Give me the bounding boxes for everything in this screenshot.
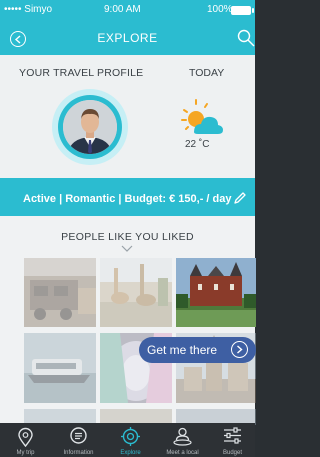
search-button[interactable] (237, 29, 255, 47)
photo-boat[interactable] (24, 333, 96, 403)
photo-castle[interactable] (176, 258, 256, 327)
tab-meet-a-local[interactable]: Meet a local (155, 423, 210, 457)
tab-explore[interactable]: Explore (106, 423, 155, 457)
castle-photo (176, 258, 256, 327)
battery-icon (231, 6, 254, 15)
train-photo (24, 258, 96, 327)
photo-giraffes[interactable] (100, 258, 172, 327)
photo-train[interactable] (24, 258, 96, 327)
edit-preferences-button[interactable] (233, 191, 247, 205)
get-me-there-label: Get me there (147, 343, 218, 357)
tab-label: Information (63, 450, 94, 456)
chevron-right-circle-icon (231, 341, 248, 358)
boat-photo (24, 333, 96, 403)
people-like-you-heading: PEOPLE LIKE YOU LIKED (61, 231, 194, 243)
partly-cloudy-icon (181, 99, 223, 134)
tab-label: Explore (120, 450, 141, 456)
search-icon (237, 29, 255, 47)
preferences-summary: Active | Romantic | Budget: € 150,- / da… (23, 193, 232, 205)
sliders-icon (224, 427, 241, 444)
compass-icon (121, 427, 140, 446)
profile-photo (63, 100, 117, 154)
tab-label: My trip (16, 450, 35, 456)
tab-my-trip[interactable]: My trip (0, 423, 51, 457)
clock: 9:00 AM (104, 4, 141, 15)
travel-profile-heading: YOUR TRAVEL PROFILE (19, 67, 144, 79)
tab-information[interactable]: Information (51, 423, 106, 457)
carrier-label: ••••• Simyo (4, 4, 53, 15)
location-pin-icon (18, 427, 33, 447)
tab-budget[interactable]: Budget (210, 423, 255, 457)
person-pin-icon (173, 427, 192, 446)
chevron-down-icon (121, 245, 133, 252)
tab-label: Budget (222, 450, 243, 456)
status-bar: ••••• Simyo 9:00 AM 100% (0, 0, 255, 20)
page-title: EXPLORE (97, 31, 158, 45)
temperature: 22 ˚C (185, 139, 210, 150)
avatar[interactable] (63, 100, 117, 154)
pencil-icon (234, 192, 246, 204)
giraffes-photo (100, 258, 172, 327)
info-icon (70, 427, 87, 444)
tab-label: Meet a local (166, 450, 199, 456)
today-heading: TODAY (189, 67, 225, 79)
battery-percentage: 100% (207, 4, 233, 15)
